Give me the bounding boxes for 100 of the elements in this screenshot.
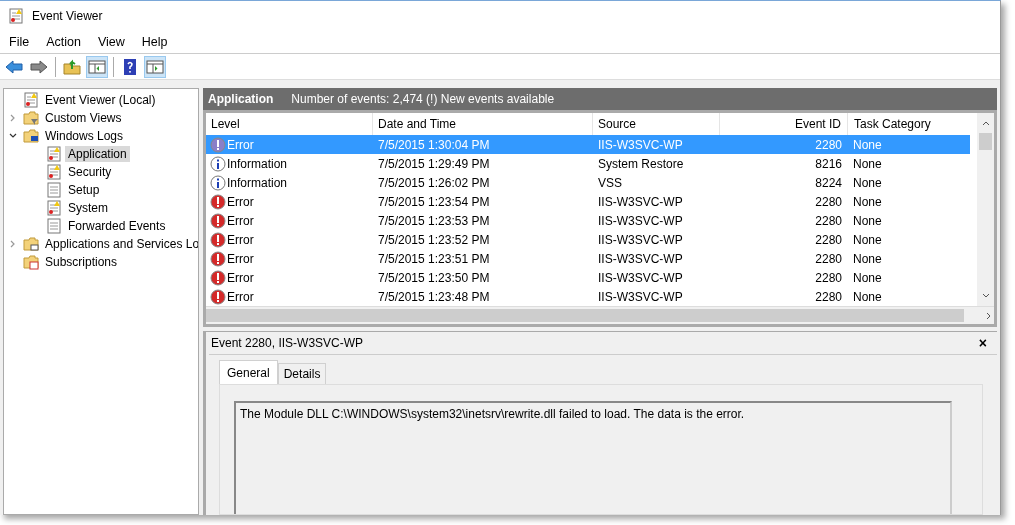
- error-icon: [210, 231, 226, 248]
- tree-item[interactable]: Forwarded Events: [65, 218, 169, 234]
- table-cell-text: 2280: [814, 213, 843, 228]
- table-row[interactable]: Information 7/5/2015 1:29:49 PM System Restore 8216 None: [206, 154, 970, 173]
- table-cell-text: 7/5/2015 1:23:52 PM: [377, 232, 491, 247]
- table-cell-text: None: [852, 251, 883, 266]
- table-cell-text: IIS-W3SVC-WP: [597, 232, 684, 247]
- table-cell-text: 2280: [814, 251, 843, 266]
- table-cell: Error: [227, 232, 254, 247]
- tab[interactable]: Details: [277, 363, 327, 384]
- folder-icon: [23, 254, 39, 270]
- table-cell-text: 2280: [814, 232, 843, 247]
- table-cell-text: None: [852, 213, 883, 228]
- tree-item[interactable]: Windows Logs: [42, 128, 127, 144]
- info-icon: [210, 155, 226, 172]
- column-header[interactable]: Task Category: [848, 113, 970, 135]
- tree-item[interactable]: Security: [65, 164, 115, 180]
- table-row[interactable]: Error 7/5/2015 1:23:50 PM IIS-W3SVC-WP 2280 None: [206, 268, 970, 287]
- table-cell: Error: [227, 137, 254, 152]
- table-cell-text: 7/5/2015 1:29:49 PM: [377, 156, 491, 171]
- menu-item[interactable]: Help: [141, 35, 168, 49]
- error-icon: [210, 212, 226, 229]
- tree-item[interactable]: Subscriptions: [42, 254, 121, 270]
- table-cell: Error: [227, 251, 254, 266]
- log-warning-icon: [23, 92, 39, 108]
- table-cell-text: None: [852, 232, 883, 247]
- table-cell-text: 8216: [814, 156, 843, 171]
- show-action-pane-button[interactable]: [144, 55, 166, 78]
- log-title: Application: [208, 92, 274, 106]
- folder-icon: [23, 110, 39, 126]
- scroll-thumb[interactable]: [206, 309, 964, 322]
- menu-item[interactable]: View: [97, 35, 125, 49]
- table-cell-text: None: [852, 289, 883, 304]
- table-cell-text: 7/5/2015 1:23:48 PM: [377, 289, 491, 304]
- table-cell: Error: [227, 270, 254, 285]
- tree-item[interactable]: Setup: [65, 182, 103, 198]
- table-cell-text: IIS-W3SVC-WP: [597, 137, 684, 152]
- error-icon: [210, 269, 226, 286]
- close-button[interactable]: ×: [968, 335, 997, 351]
- table-cell-text: IIS-W3SVC-WP: [597, 194, 684, 209]
- tab[interactable]: General: [219, 360, 278, 384]
- table-cell-text: 7/5/2015 1:23:53 PM: [377, 213, 491, 228]
- log-icon: [46, 218, 62, 234]
- table-cell-text: System Restore: [597, 156, 685, 171]
- error-icon: [210, 136, 226, 153]
- tree-item[interactable]: System: [65, 200, 111, 216]
- scroll-thumb[interactable]: [979, 133, 992, 150]
- table-cell: Error: [227, 194, 254, 209]
- horizontal-scrollbar[interactable]: [206, 306, 994, 324]
- table-row[interactable]: Information 7/5/2015 1:26:02 PM VSS 8224 None: [206, 173, 970, 192]
- table-cell-text: None: [852, 194, 883, 209]
- table-cell: Information: [227, 175, 288, 190]
- table-cell-text: 7/5/2015 1:30:04 PM: [377, 137, 491, 152]
- folder-icon: [23, 128, 39, 144]
- event-message: The Module DLL C:\WINDOWS\system32\inetsrv\rewrite.dll failed to load. The data is the error.: [240, 407, 745, 421]
- table-cell: Information: [227, 156, 288, 171]
- table-cell-text: 7/5/2015 1:23:50 PM: [377, 270, 491, 285]
- log-warning-icon: [46, 200, 62, 216]
- table-row[interactable]: Error 7/5/2015 1:23:48 PM IIS-W3SVC-WP 2280 None: [206, 287, 970, 306]
- table-cell-text: 7/5/2015 1:26:02 PM: [377, 175, 491, 190]
- tree-item[interactable]: Custom Views: [42, 110, 125, 126]
- table-cell-text: IIS-W3SVC-WP: [597, 270, 684, 285]
- table-cell: Error: [227, 289, 254, 304]
- table-row[interactable]: Error 7/5/2015 1:23:54 PM IIS-W3SVC-WP 2280 None: [206, 192, 970, 211]
- table-cell-text: IIS-W3SVC-WP: [597, 213, 684, 228]
- table-cell-text: None: [852, 270, 883, 285]
- log-warning-icon: [46, 164, 62, 180]
- error-icon: [210, 193, 226, 210]
- table-cell-text: 8224: [814, 175, 843, 190]
- table-cell-text: 7/5/2015 1:23:51 PM: [377, 251, 491, 266]
- tree-item[interactable]: Application: [65, 146, 130, 162]
- info-icon: [210, 174, 226, 191]
- show-tree-button[interactable]: [86, 55, 108, 78]
- table-cell-text: IIS-W3SVC-WP: [597, 289, 684, 304]
- error-icon: [210, 288, 226, 305]
- table-row[interactable]: Error 7/5/2015 1:23:51 PM IIS-W3SVC-WP 2280 None: [206, 249, 970, 268]
- table-cell: Error: [227, 213, 254, 228]
- tree-item[interactable]: Event Viewer (Local): [42, 92, 159, 108]
- log-warning-icon: [46, 146, 62, 162]
- table-cell-text: None: [852, 156, 883, 171]
- event-title: Event 2280, IIS-W3SVC-WP: [211, 336, 364, 350]
- window-title: Event Viewer: [32, 9, 103, 23]
- table-cell-text: None: [852, 137, 883, 152]
- table-cell-text: VSS: [597, 175, 623, 190]
- event-count-text: Number of events: 2,474 (!) New events available: [291, 92, 555, 106]
- table-cell-text: IIS-W3SVC-WP: [597, 251, 684, 266]
- folder-icon: [23, 236, 39, 252]
- table-row[interactable]: Error 7/5/2015 1:23:53 PM IIS-W3SVC-WP 2280 None: [206, 211, 970, 230]
- table-cell-text: 2280: [814, 270, 843, 285]
- table-cell-text: None: [852, 175, 883, 190]
- table-cell-text: 2280: [814, 289, 843, 304]
- tree-item[interactable]: Applications and Services Lo: [42, 236, 198, 252]
- error-icon: [210, 250, 226, 267]
- menu-item[interactable]: Action: [46, 35, 81, 49]
- table-cell-text: 2280: [814, 137, 843, 152]
- vertical-scrollbar[interactable]: [977, 113, 994, 306]
- table-cell-text: 7/5/2015 1:23:54 PM: [377, 194, 491, 209]
- table-row[interactable]: Error 7/5/2015 1:23:52 PM IIS-W3SVC-WP 2280 None: [206, 230, 970, 249]
- log-warning-icon: [8, 8, 24, 24]
- menu-item[interactable]: File: [9, 35, 30, 49]
